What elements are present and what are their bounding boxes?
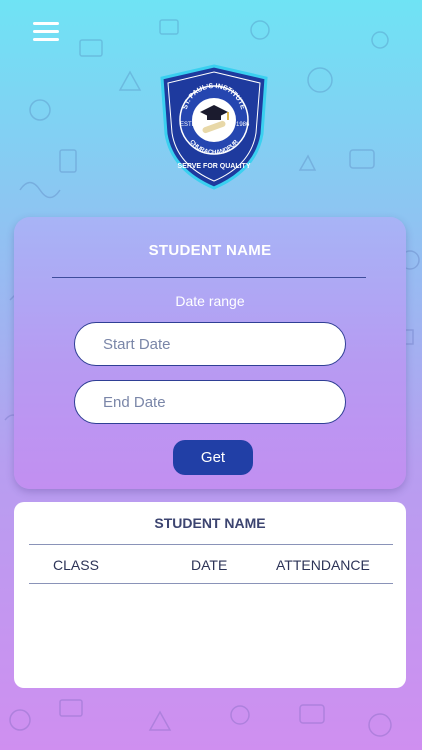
end-date-input[interactable] <box>74 380 346 424</box>
table-header-top-divider <box>29 544 393 545</box>
column-header-attendance: ATTENDANCE <box>276 557 370 573</box>
hamburger-menu-icon[interactable] <box>33 22 59 44</box>
date-range-label: Date range <box>175 293 245 309</box>
menu-bar <box>33 22 59 25</box>
logo-estd-label: ESTD. <box>180 122 198 128</box>
school-crest-logo: ST. PAUL'S INSTITUTE CHURACHANDPUR ESTD.… <box>160 64 268 190</box>
title-divider <box>52 277 366 278</box>
start-date-input[interactable] <box>74 322 346 366</box>
student-name-title: STUDENT NAME <box>148 242 272 259</box>
table-student-name: STUDENT NAME <box>154 515 266 531</box>
menu-bar <box>33 38 59 41</box>
menu-bar <box>33 30 59 33</box>
get-button[interactable]: Get <box>173 440 253 475</box>
attendance-table: STUDENT NAME CLASS DATE ATTENDANCE <box>14 502 406 688</box>
column-header-class: CLASS <box>53 557 99 573</box>
attendance-search-card: STUDENT NAME Date range Get <box>14 217 406 489</box>
table-header-bottom-divider <box>29 583 393 584</box>
logo-estd-year: 1986 <box>236 122 250 128</box>
column-header-date: DATE <box>191 557 228 573</box>
logo-motto: SERVE FOR QUALITY <box>178 163 251 170</box>
